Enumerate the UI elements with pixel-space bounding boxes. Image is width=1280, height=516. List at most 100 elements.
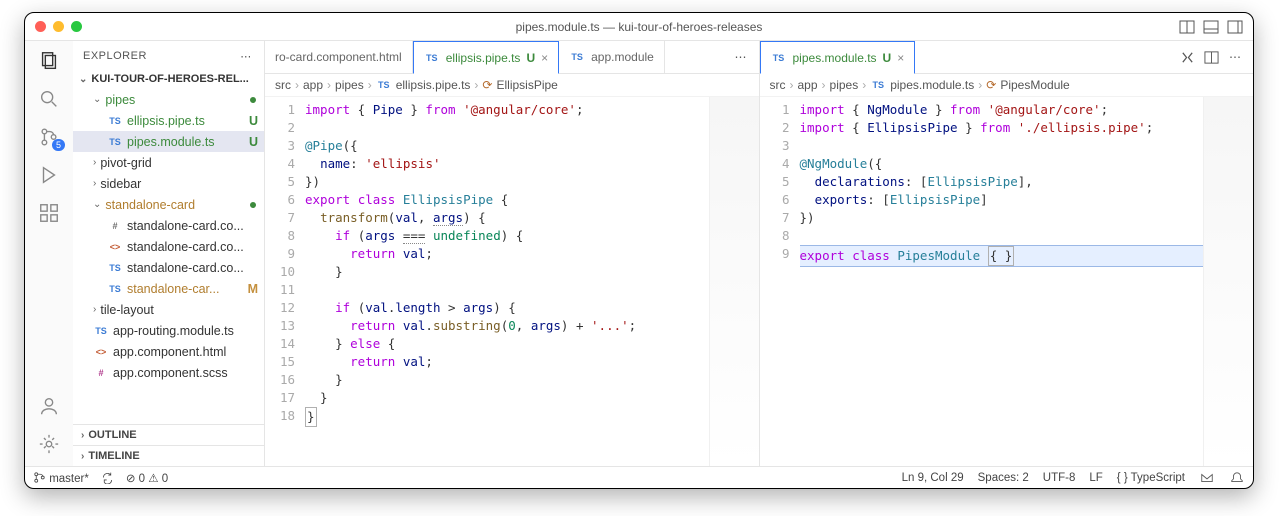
breadcrumb-item[interactable]: pipes — [830, 78, 859, 92]
feedback-icon[interactable] — [1199, 470, 1215, 486]
more-icon[interactable]: ⋯ — [1227, 49, 1243, 65]
minimize-window-button[interactable] — [53, 21, 64, 32]
settings-gear-icon[interactable] — [37, 432, 61, 456]
breadcrumb-item[interactable]: src — [770, 78, 786, 92]
breadcrumb-item[interactable]: app — [798, 78, 818, 92]
eol-indicator[interactable]: LF — [1089, 472, 1102, 484]
symbol-icon: ⟳ — [986, 78, 996, 92]
file-name: app.component.html — [113, 345, 226, 359]
file-item[interactable]: TSstandalone-card.co... — [73, 257, 264, 278]
chevron-right-icon: › — [81, 451, 84, 462]
breadcrumb-item[interactable]: PipesModule — [1000, 78, 1069, 92]
breadcrumb-item[interactable]: src — [275, 78, 291, 92]
file-type-icon: TS — [771, 50, 787, 66]
breadcrumb-item[interactable]: pipes — [335, 78, 364, 92]
right-editor-pane: TSpipes.module.tsU× ⋯ src›app›pipes›TSpi… — [760, 41, 1254, 466]
explorer-icon[interactable] — [37, 49, 61, 73]
folder-item[interactable]: ›tile-layout — [73, 299, 264, 320]
folder-item[interactable]: ⌄pipes — [73, 89, 264, 110]
problems-indicator[interactable]: ⊘ 0 ⚠ 0 — [126, 471, 168, 485]
panel-bottom-icon[interactable] — [1203, 19, 1219, 35]
folder-item[interactable]: ⌄standalone-card — [73, 194, 264, 215]
tab-bar-left: ro-card.component.htmlTSellipsis.pipe.ts… — [265, 41, 759, 74]
editor-tab[interactable]: TSapp.module — [559, 41, 665, 73]
file-item[interactable]: TSstandalone-car...M — [73, 278, 264, 299]
chevron-right-icon: › — [978, 78, 982, 92]
source-control-icon[interactable] — [37, 125, 61, 149]
file-type-icon: <> — [107, 239, 123, 255]
git-untracked-badge: U — [526, 51, 535, 65]
file-type-icon: TS — [107, 281, 123, 297]
file-type-icon: # — [93, 365, 109, 381]
file-type-icon: TS — [107, 113, 123, 129]
gutter: 123456789 — [760, 97, 800, 466]
code-area-right[interactable]: 123456789 import { NgModule } from '@ang… — [760, 97, 1254, 466]
editor-tab[interactable]: TSpipes.module.tsU× — [760, 41, 916, 74]
git-modified-dot — [250, 97, 256, 103]
chevron-icon: › — [93, 157, 96, 168]
file-item[interactable]: TSpipes.module.tsU — [73, 131, 264, 152]
code-area-left[interactable]: 123456789101112131415161718 import { Pip… — [265, 97, 759, 466]
extensions-icon[interactable] — [37, 201, 61, 225]
outline-section[interactable]: › OUTLINE — [73, 424, 264, 445]
sidebar-header: EXPLORER ⋯ — [73, 41, 264, 71]
breadcrumbs-right[interactable]: src›app›pipes›TSpipes.module.ts›⟳PipesMo… — [760, 74, 1254, 97]
breadcrumb-item[interactable]: app — [303, 78, 323, 92]
tab-label: app.module — [591, 50, 654, 64]
account-icon[interactable] — [37, 394, 61, 418]
split-icon[interactable] — [1203, 49, 1219, 65]
folder-name: sidebar — [100, 177, 141, 191]
code-content[interactable]: import { Pipe } from '@angular/core'; @P… — [305, 97, 709, 466]
folder-item[interactable]: ›pivot-grid — [73, 152, 264, 173]
more-icon[interactable]: ⋯ — [238, 48, 254, 64]
compare-icon[interactable] — [1179, 49, 1195, 65]
editor-tab[interactable]: ro-card.component.html — [265, 41, 413, 73]
language-indicator[interactable]: { } TypeScript — [1117, 472, 1185, 484]
file-item[interactable]: <>app.component.html — [73, 341, 264, 362]
panel-layout-icon[interactable] — [1179, 19, 1195, 35]
file-item[interactable]: TSapp-routing.module.ts — [73, 320, 264, 341]
breadcrumb-item[interactable]: EllipsisPipe — [496, 78, 557, 92]
chevron-right-icon: › — [295, 78, 299, 92]
breadcrumb-item[interactable]: ellipsis.pipe.ts — [396, 78, 471, 92]
run-debug-icon[interactable] — [37, 163, 61, 187]
chevron-icon: › — [93, 304, 96, 315]
zoom-window-button[interactable] — [71, 21, 82, 32]
file-item[interactable]: #standalone-card.co... — [73, 215, 264, 236]
file-type-icon: TS — [870, 77, 886, 93]
symbol-icon: ⟳ — [482, 78, 492, 92]
minimap[interactable] — [1203, 97, 1253, 466]
bell-icon[interactable] — [1229, 470, 1245, 486]
minimap[interactable] — [709, 97, 759, 466]
tab-bar-right: TSpipes.module.tsU× ⋯ — [760, 41, 1254, 74]
chevron-right-icon: › — [474, 78, 478, 92]
sync-indicator[interactable] — [101, 471, 114, 485]
close-window-button[interactable] — [35, 21, 46, 32]
window-title: pipes.module.ts — kui-tour-of-heroes-rel… — [25, 20, 1253, 34]
close-icon[interactable]: × — [541, 51, 548, 65]
file-item[interactable]: <>standalone-card.co... — [73, 236, 264, 257]
timeline-section[interactable]: › TIMELINE — [73, 445, 264, 466]
more-icon[interactable]: ⋯ — [733, 49, 749, 65]
panel-right-icon[interactable] — [1227, 19, 1243, 35]
editor-tab[interactable]: TSellipsis.pipe.tsU× — [413, 41, 559, 74]
indent-indicator[interactable]: Spaces: 2 — [978, 472, 1029, 484]
chevron-down-icon: ⌄ — [79, 74, 87, 85]
status-bar: master* ⊘ 0 ⚠ 0 Ln 9, Col 29 Spaces: 2 U… — [25, 466, 1253, 488]
branch-indicator[interactable]: master* — [33, 471, 89, 485]
breadcrumbs-left[interactable]: src›app›pipes›TSellipsis.pipe.ts›⟳Ellips… — [265, 74, 759, 97]
file-item[interactable]: TSellipsis.pipe.tsU — [73, 110, 264, 131]
code-content[interactable]: import { NgModule } from '@angular/core'… — [800, 97, 1204, 466]
git-modified-badge: M — [248, 282, 258, 296]
main: EXPLORER ⋯ ⌄ KUI-TOUR-OF-HEROES-REL... ⌄… — [25, 41, 1253, 466]
file-item[interactable]: #app.component.scss — [73, 362, 264, 383]
folder-item[interactable]: ›sidebar — [73, 173, 264, 194]
close-icon[interactable]: × — [897, 51, 904, 65]
cursor-position[interactable]: Ln 9, Col 29 — [902, 472, 964, 484]
encoding-indicator[interactable]: UTF-8 — [1043, 472, 1076, 484]
search-icon[interactable] — [37, 87, 61, 111]
breadcrumb-item[interactable]: pipes.module.ts — [890, 78, 974, 92]
titlebar: pipes.module.ts — kui-tour-of-heroes-rel… — [25, 13, 1253, 41]
workspace-section[interactable]: ⌄ KUI-TOUR-OF-HEROES-REL... — [73, 71, 264, 87]
git-untracked-badge: U — [883, 51, 892, 65]
